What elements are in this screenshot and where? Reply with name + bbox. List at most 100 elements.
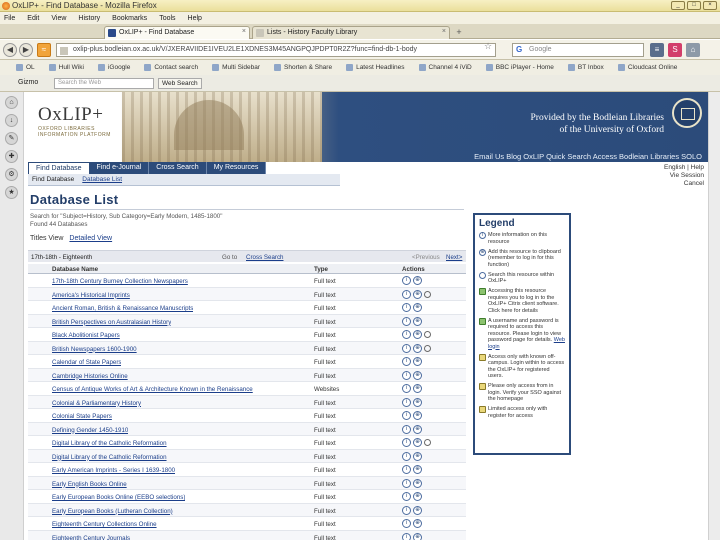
info-icon[interactable]: i [402,357,411,366]
add-to-clipboard-icon[interactable]: ⊕ [413,424,422,434]
database-name-link[interactable]: Ancient Roman, British & Renaissance Man… [52,305,193,312]
puzzle-sidebar-icon[interactable]: ✚ [5,150,18,163]
vertical-scrollbar[interactable] [708,92,720,540]
info-icon[interactable]: i [402,411,411,420]
web-search-button[interactable]: Web Search [158,78,202,89]
home-icon[interactable]: ⌂ [686,43,700,57]
search-resource-icon[interactable] [424,344,431,352]
bookmark-item[interactable]: iGoogle [97,64,130,71]
download-sidebar-icon[interactable]: ↓ [5,114,18,127]
bookmark-item[interactable]: Multi Sidebar [212,64,260,71]
sub-nav-current[interactable]: Find Database [32,176,74,183]
bookmark-item[interactable]: BT Inbox [567,64,604,71]
info-icon[interactable]: i [402,316,411,326]
next-link[interactable]: Next> [446,254,462,261]
maximize-button[interactable]: □ [687,1,701,10]
add-to-clipboard-icon[interactable]: ⊕ [413,505,422,515]
info-icon[interactable]: i [402,519,411,528]
bookmark-item[interactable]: Cloudcast Online [617,64,677,71]
toolbar-search-input[interactable]: Search the Web [54,78,154,89]
info-icon[interactable]: i [402,492,411,501]
s-addon-icon[interactable]: S [668,43,682,57]
tab-find-database-main[interactable]: Find Database [28,162,90,174]
info-icon[interactable]: i [402,505,411,515]
close-tab-icon[interactable]: × [242,28,246,35]
tab-find-database[interactable]: OxLIP+ - Find Database × [104,26,250,39]
cross-search-link[interactable]: Cross Search [246,254,283,261]
close-tab-icon[interactable]: × [442,28,446,35]
cancel-link[interactable]: Cancel [620,180,704,188]
database-name-link[interactable]: Colonial & Parliamentary History [52,400,141,407]
menu-history[interactable]: History [78,15,100,22]
info-icon[interactable]: i [402,424,411,434]
oxlip-logo[interactable]: OxLIP+ OXFORD LIBRARIES INFORMATION PLAT… [38,104,118,138]
database-name-link[interactable]: Early European Books (Lutheran Collectio… [52,508,173,515]
info-icon[interactable]: i [402,532,411,540]
home-sidebar-icon[interactable]: ⌂ [5,96,18,109]
info-icon[interactable]: i [402,438,411,447]
add-to-clipboard-icon[interactable]: ⊕ [413,370,422,380]
info-icon[interactable]: i [402,276,411,285]
rss-icon[interactable]: ≈ [37,43,51,57]
menu-file[interactable]: File [4,15,15,22]
info-icon[interactable]: i [402,397,411,407]
add-to-clipboard-icon[interactable]: ⊕ [413,438,422,447]
tab-my-resources[interactable]: My Resources [206,162,267,174]
info-icon[interactable]: i [402,370,411,380]
note-sidebar-icon[interactable]: ✎ [5,132,18,145]
add-to-clipboard-icon[interactable]: ⊕ [413,411,422,420]
new-tab-button[interactable]: + [452,27,466,38]
bookmark-item[interactable]: BBC iPlayer - Home [485,64,554,71]
add-to-clipboard-icon[interactable]: ⊕ [413,303,422,312]
database-list-link[interactable]: Database List [82,176,122,183]
bookmark-item[interactable]: Channel 4 iViD [418,64,472,71]
database-name-link[interactable]: Calendar of State Papers [52,359,121,366]
tab-find-ejournal[interactable]: Find e-Journal [89,162,150,174]
database-name-link[interactable]: Black Abolitionist Papers [52,332,120,339]
minimize-button[interactable]: _ [671,1,685,10]
database-name-link[interactable]: Colonial State Papers [52,413,112,420]
search-resource-icon[interactable] [424,439,431,446]
add-to-clipboard-icon[interactable]: ⊕ [413,397,422,407]
info-icon[interactable]: i [402,478,411,488]
search-resource-icon[interactable] [424,290,431,298]
info-icon[interactable]: i [402,465,411,474]
back-button[interactable]: ◀ [3,43,17,57]
add-to-clipboard-icon[interactable]: ⊕ [413,343,422,353]
add-to-clipboard-icon[interactable]: ⊕ [413,519,422,528]
menu-bookmarks[interactable]: Bookmarks [112,15,147,22]
bookmark-item[interactable]: Shorten & Share [274,64,332,71]
banner-links[interactable]: Email Us Blog OxLIP Quick Search Access … [24,152,708,162]
menu-edit[interactable]: Edit [27,15,39,22]
database-name-link[interactable]: Defining Gender 1450-1910 [52,427,128,434]
tab-history-faculty[interactable]: Lists - History Faculty Library × [252,26,450,39]
add-to-clipboard-icon[interactable]: ⊕ [413,451,422,461]
database-name-link[interactable]: Early European Books Online (EEBO select… [52,494,185,501]
info-icon[interactable]: i [402,384,411,393]
menu-view[interactable]: View [51,15,66,22]
add-to-clipboard-icon[interactable]: ⊕ [413,276,422,285]
url-bar[interactable]: oxlip-plus.bodleian.ox.ac.uk/V/JXERAVIID… [56,43,496,57]
add-to-clipboard-icon[interactable]: ⊕ [413,465,422,474]
search-input[interactable]: G Google [512,43,644,57]
database-name-link[interactable]: Early American Imprints - Series I 1639-… [52,467,175,474]
database-name-link[interactable]: Digital Library of the Catholic Reformat… [52,454,167,461]
add-to-clipboard-icon[interactable]: ⊕ [413,316,422,326]
bookmark-item[interactable]: Hull Wiki [48,64,84,71]
info-icon[interactable]: i [402,330,411,339]
database-name-link[interactable]: America's Historical Imprints [52,292,130,299]
info-icon[interactable]: i [402,451,411,461]
add-to-clipboard-icon[interactable]: ⊕ [413,357,422,366]
database-name-link[interactable]: Census of Antique Works of Art & Archite… [52,386,253,393]
database-name-link[interactable]: Cambridge Histories Online [52,373,128,380]
toolbar-label[interactable]: Gizmo [18,79,38,86]
bookmark-item[interactable]: Latest Headlines [346,64,405,71]
add-to-clipboard-icon[interactable]: ⊕ [413,492,422,501]
forward-button[interactable]: ▶ [19,43,33,57]
bookmark-item[interactable]: OL [16,64,35,71]
database-name-link[interactable]: 17th-18th Century Burney Collection News… [52,278,188,285]
detailed-view-link[interactable]: Detailed View [69,235,112,242]
session-link[interactable]: Vie Session [620,172,704,180]
database-name-link[interactable]: Digital Library of the Catholic Reformat… [52,440,167,447]
database-name-link[interactable]: Eighteenth Century Collections Online [52,521,157,528]
